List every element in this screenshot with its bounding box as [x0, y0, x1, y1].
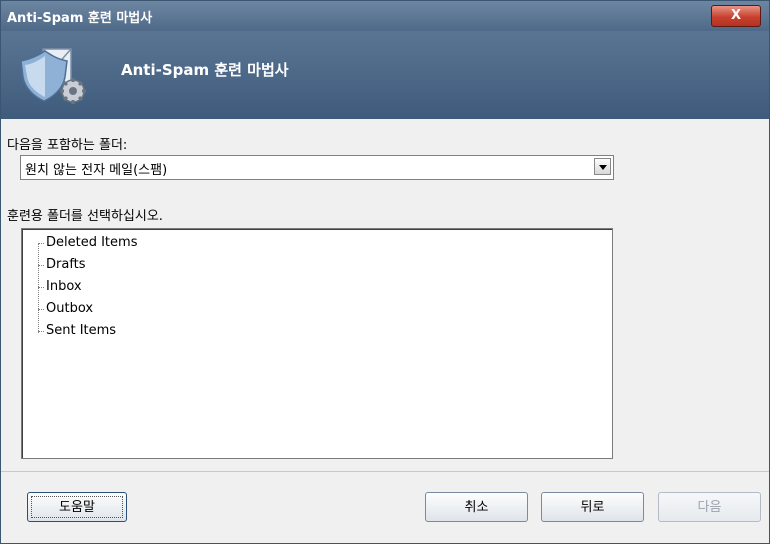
tree-item-label: Outbox: [46, 301, 94, 316]
tree-item-label: Sent Items: [46, 323, 117, 338]
header-title: Anti-Spam 훈련 마법사: [121, 61, 289, 79]
tree-item-label: Inbox: [46, 279, 82, 294]
title-bar: Anti-Spam 훈련 마법사 X: [1, 1, 769, 31]
folder-dropdown[interactable]: 원치 않는 전자 메일(스팸): [20, 155, 614, 180]
window-title: Anti-Spam 훈련 마법사: [7, 11, 153, 26]
folder-tree[interactable]: Deleted Items Drafts Inbox Outbox Sent I…: [21, 228, 613, 459]
tree-item-label: Drafts: [46, 257, 86, 272]
wizard-window: Anti-Spam 훈련 마법사 X Anti-Spam 훈련 마법사 다음을 …: [0, 0, 770, 544]
folder-dropdown-value: 원치 않는 전자 메일(스팸): [25, 163, 168, 178]
next-button[interactable]: 다음: [658, 492, 761, 522]
wizard-header: Anti-Spam 훈련 마법사: [1, 31, 769, 119]
button-bar: 도움말 취소 뒤로 다음: [1, 471, 769, 544]
shield-envelope-gear-icon: [20, 48, 86, 104]
tree-item-label: Deleted Items: [46, 235, 138, 250]
folder-label: 다음을 포함하는 폴더:: [7, 138, 128, 153]
cancel-button[interactable]: 취소: [425, 492, 528, 522]
help-button[interactable]: 도움말: [27, 492, 127, 522]
close-button[interactable]: X: [711, 5, 761, 27]
back-button[interactable]: 뒤로: [541, 492, 644, 522]
chevron-down-icon[interactable]: [594, 158, 611, 175]
tree-connector-line: [38, 243, 40, 333]
training-folder-label: 훈련용 폴더를 선택하십시오.: [7, 209, 163, 224]
